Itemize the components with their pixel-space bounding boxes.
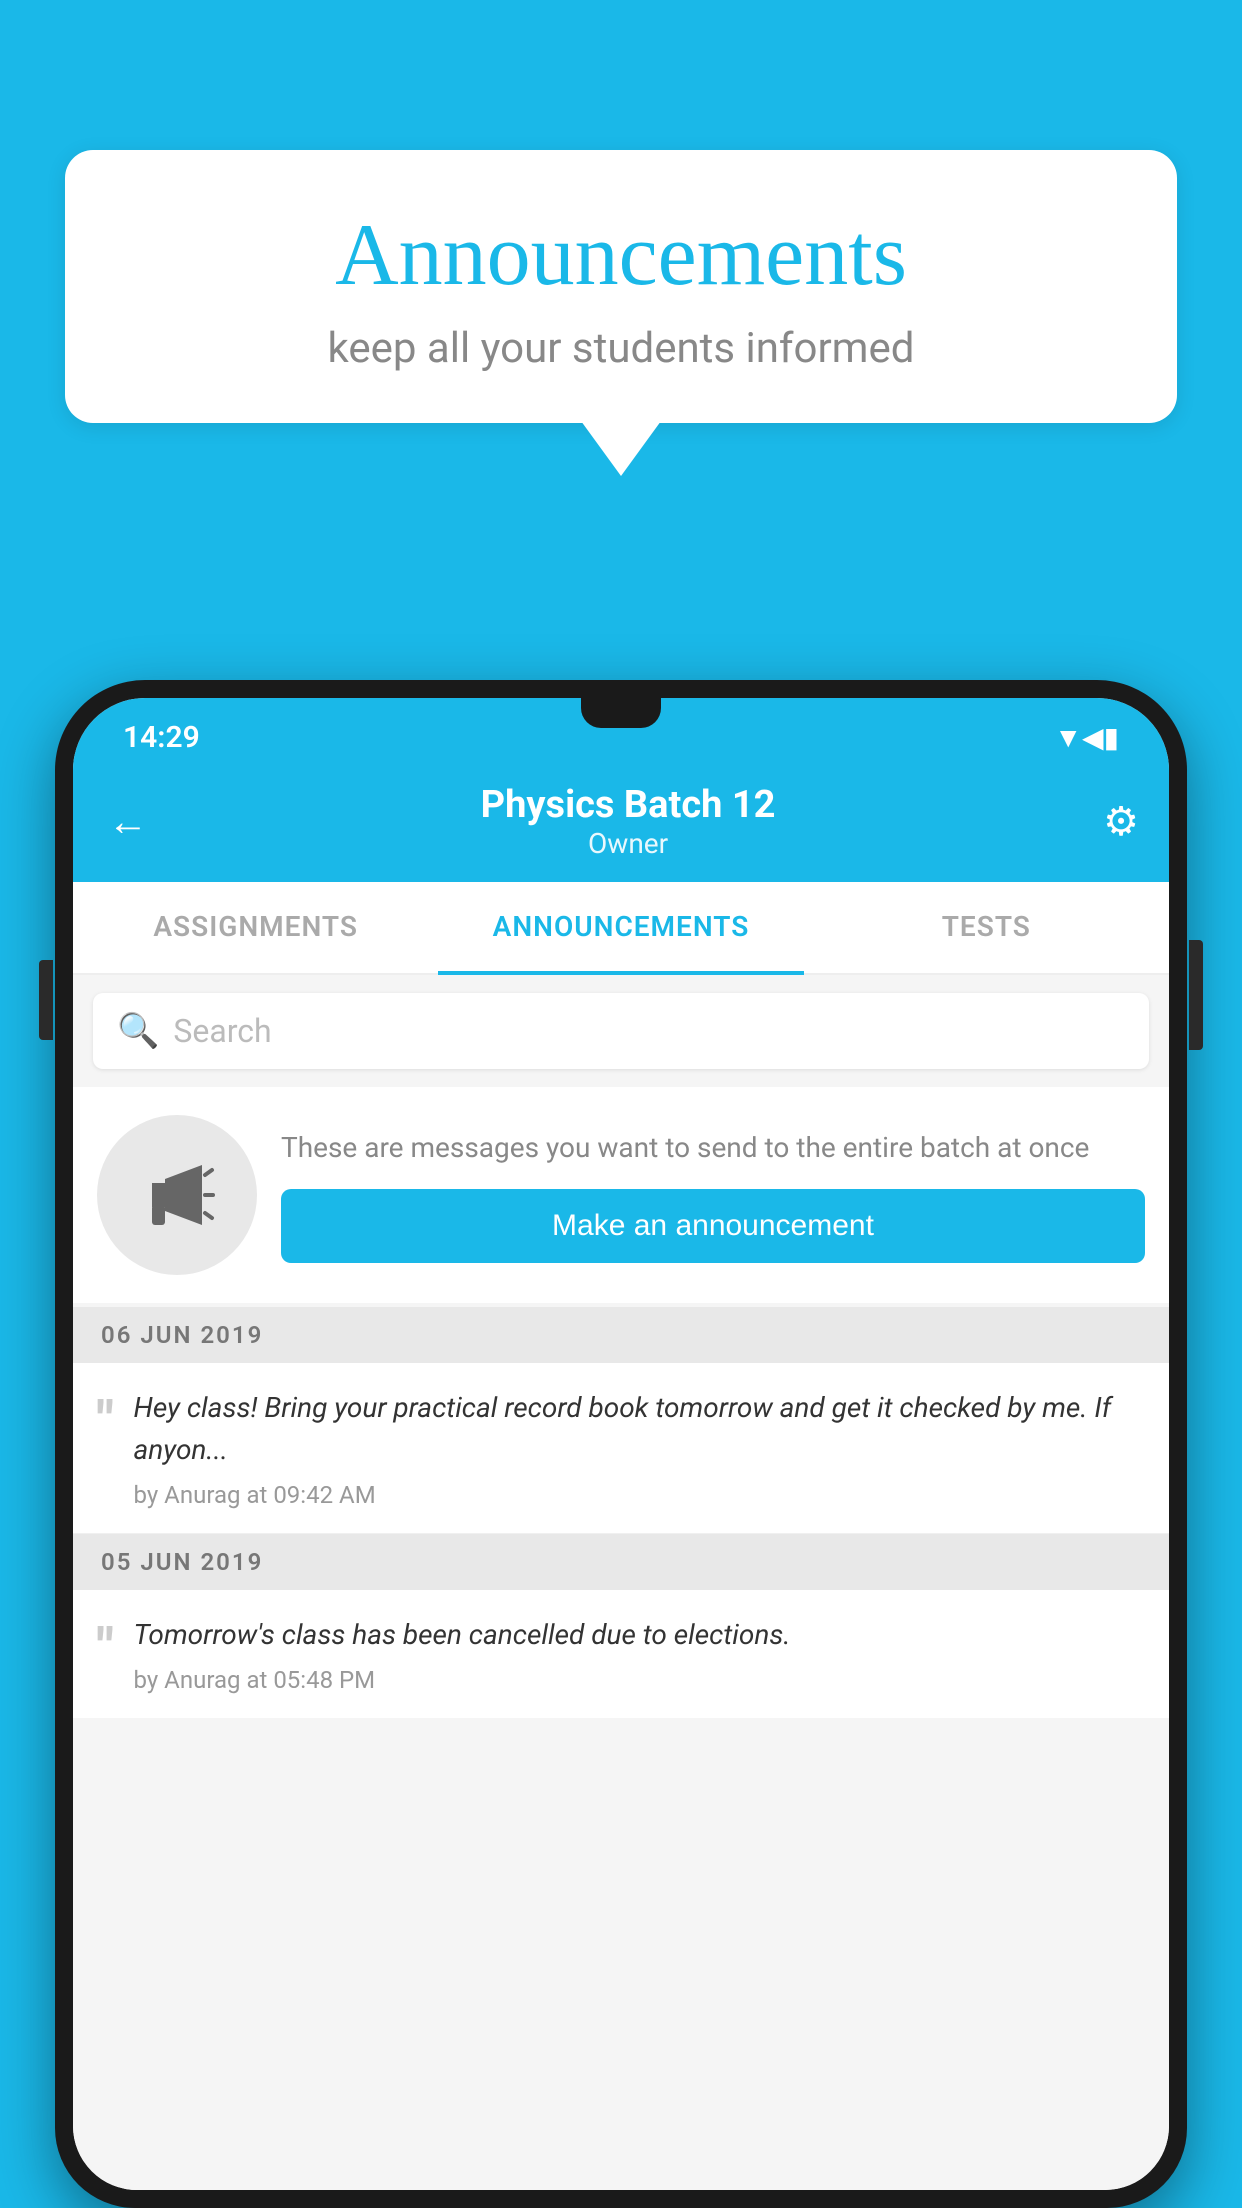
app-bar: ← Physics Batch 12 Owner ⚙ [73,765,1169,882]
announcement-meta-1: by Anurag at 09:42 AM [134,1481,1145,1509]
quote-icon-2: " [97,1622,114,1674]
date-divider-2: 05 JUN 2019 [73,1534,1169,1590]
promo-right: These are messages you want to send to t… [281,1127,1145,1263]
date-1: 06 JUN 2019 [101,1321,263,1349]
announcements-title: Announcements [125,205,1117,306]
search-icon: 🔍 [117,1011,159,1051]
announcement-message-1: Hey class! Bring your practical record b… [134,1387,1145,1471]
tabs-bar: ASSIGNMENTS ANNOUNCEMENTS TESTS [73,882,1169,975]
quote-icon-1: " [97,1395,114,1447]
search-bar[interactable]: 🔍 Search [93,993,1149,1069]
announcement-meta-2: by Anurag at 05:48 PM [134,1666,1145,1694]
search-placeholder: Search [173,1012,271,1050]
status-time: 14:29 [123,720,200,755]
speech-bubble-tail [581,421,661,476]
wifi-icon: ▼◀▮ [1054,721,1119,754]
announcement-text-2: Tomorrow's class has been cancelled due … [134,1614,1145,1694]
announcement-promo: These are messages you want to send to t… [73,1087,1169,1303]
phone-screen: 14:29 ▼◀▮ ← Physics Batch 12 Owner ⚙ ASS… [73,698,1169,2190]
back-button[interactable]: ← [103,793,153,850]
app-bar-title: Physics Batch 12 [153,783,1103,827]
settings-button[interactable]: ⚙ [1103,798,1139,845]
promo-description: These are messages you want to send to t… [281,1127,1145,1169]
phone-notch [581,698,661,728]
tab-announcements[interactable]: ANNOUNCEMENTS [438,882,803,975]
tab-assignments[interactable]: ASSIGNMENTS [73,882,438,973]
content-area: 🔍 Search [73,975,1169,2190]
phone-wrapper: 14:29 ▼◀▮ ← Physics Batch 12 Owner ⚙ ASS… [55,680,1187,2208]
promo-icon-circle [97,1115,257,1275]
phone-outer: 14:29 ▼◀▮ ← Physics Batch 12 Owner ⚙ ASS… [55,680,1187,2208]
date-divider-1: 06 JUN 2019 [73,1307,1169,1363]
announcement-item-1[interactable]: " Hey class! Bring your practical record… [73,1363,1169,1534]
status-icons: ▼◀▮ [1054,721,1119,754]
date-2: 05 JUN 2019 [101,1548,263,1576]
speech-bubble: Announcements keep all your students inf… [65,150,1177,423]
speech-bubble-section: Announcements keep all your students inf… [65,150,1177,476]
announcement-text-1: Hey class! Bring your practical record b… [134,1387,1145,1509]
announcements-subtitle: keep all your students informed [125,324,1117,373]
app-bar-center: Physics Batch 12 Owner [153,783,1103,860]
announcement-item-2[interactable]: " Tomorrow's class has been cancelled du… [73,1590,1169,1718]
megaphone-icon [137,1155,217,1235]
tab-tests[interactable]: TESTS [804,882,1169,973]
announcement-message-2: Tomorrow's class has been cancelled due … [134,1614,1145,1656]
make-announcement-button[interactable]: Make an announcement [281,1189,1145,1263]
app-bar-subtitle: Owner [153,827,1103,860]
